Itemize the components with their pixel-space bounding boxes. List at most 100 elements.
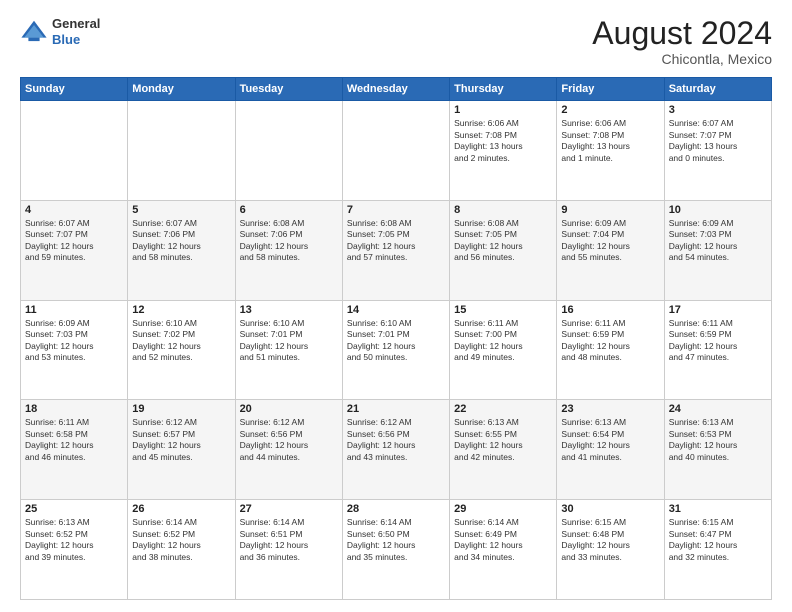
calendar-week-3: 18 Sunrise: 6:11 AM Sunset: 6:58 PM Dayli… bbox=[21, 400, 772, 500]
day-number: 23 bbox=[561, 403, 659, 415]
day-info: Sunrise: 6:15 AM Sunset: 6:47 PM Dayligh… bbox=[669, 517, 767, 563]
calendar-cell: 7Sunrise: 6:08 AM Sunset: 7:05 PM Daylig… bbox=[342, 200, 449, 300]
calendar-cell: 22 Sunrise: 6:13 AM Sunset: 6:55 PM Dayli… bbox=[450, 400, 557, 500]
day-info: Sunrise: 6:10 AM Sunset: 7:01 PM Dayligh… bbox=[240, 318, 338, 364]
calendar-cell: 31 Sunrise: 6:15 AM Sunset: 6:47 PM Dayli… bbox=[664, 500, 771, 600]
day-number: 29 bbox=[454, 503, 552, 515]
day-number: 17 bbox=[669, 304, 767, 316]
calendar-cell: 23 Sunrise: 6:13 AM Sunset: 6:54 PM Dayli… bbox=[557, 400, 664, 500]
calendar-cell: 4 Sunrise: 6:07 AM Sunset: 7:07 PM Daylig… bbox=[21, 200, 128, 300]
calendar-cell: 10 Sunrise: 6:09 AM Sunset: 7:03 PM Dayli… bbox=[664, 200, 771, 300]
day-number: 11 bbox=[25, 304, 123, 316]
day-info: Sunrise: 6:12 AM Sunset: 6:57 PM Dayligh… bbox=[132, 417, 230, 463]
header: General Blue August 2024 Chicontla, Mexi… bbox=[20, 16, 772, 67]
day-number: 4 bbox=[25, 204, 123, 216]
day-number: 26 bbox=[132, 503, 230, 515]
day-number: 16 bbox=[561, 304, 659, 316]
calendar-cell: 14 Sunrise: 6:10 AM Sunset: 7:01 PM Dayli… bbox=[342, 300, 449, 400]
day-number: 6 bbox=[240, 204, 338, 216]
day-info: Sunrise: 6:11 AM Sunset: 6:58 PM Dayligh… bbox=[25, 417, 123, 463]
day-number: 10 bbox=[669, 204, 767, 216]
title-area: August 2024 Chicontla, Mexico bbox=[592, 16, 772, 67]
day-info: Sunrise: 6:08 AM Sunset: 7:06 PM Dayligh… bbox=[240, 218, 338, 264]
calendar-week-2: 11 Sunrise: 6:09 AM Sunset: 7:03 PM Dayli… bbox=[21, 300, 772, 400]
calendar-cell: 30 Sunrise: 6:15 AM Sunset: 6:48 PM Dayli… bbox=[557, 500, 664, 600]
calendar-cell: 6 Sunrise: 6:08 AM Sunset: 7:06 PM Daylig… bbox=[235, 200, 342, 300]
logo-text: General Blue bbox=[52, 16, 100, 47]
day-info: Sunrise: 6:09 AM Sunset: 7:04 PM Dayligh… bbox=[561, 218, 659, 264]
day-info: Sunrise: 6:14 AM Sunset: 6:50 PM Dayligh… bbox=[347, 517, 445, 563]
day-number: 30 bbox=[561, 503, 659, 515]
day-number: 9 bbox=[561, 204, 659, 216]
day-number: 27 bbox=[240, 503, 338, 515]
calendar-body: 1 Sunrise: 6:06 AM Sunset: 7:08 PM Daylig… bbox=[21, 101, 772, 600]
calendar-cell: 21Sunrise: 6:12 AM Sunset: 6:56 PM Dayli… bbox=[342, 400, 449, 500]
calendar-cell: 29 Sunrise: 6:14 AM Sunset: 6:49 PM Dayli… bbox=[450, 500, 557, 600]
day-info: Sunrise: 6:06 AM Sunset: 7:08 PM Dayligh… bbox=[561, 118, 659, 164]
day-number: 31 bbox=[669, 503, 767, 515]
day-info: Sunrise: 6:13 AM Sunset: 6:52 PM Dayligh… bbox=[25, 517, 123, 563]
month-year: August 2024 bbox=[592, 16, 772, 51]
day-number: 5 bbox=[132, 204, 230, 216]
day-number: 14 bbox=[347, 304, 445, 316]
day-number: 13 bbox=[240, 304, 338, 316]
day-info: Sunrise: 6:13 AM Sunset: 6:54 PM Dayligh… bbox=[561, 417, 659, 463]
day-number: 12 bbox=[132, 304, 230, 316]
day-info: Sunrise: 6:07 AM Sunset: 7:07 PM Dayligh… bbox=[25, 218, 123, 264]
day-number: 1 bbox=[454, 104, 552, 116]
day-number: 20 bbox=[240, 403, 338, 415]
day-header-saturday: Saturday bbox=[664, 78, 771, 101]
day-info: Sunrise: 6:09 AM Sunset: 7:03 PM Dayligh… bbox=[25, 318, 123, 364]
day-info: Sunrise: 6:13 AM Sunset: 6:53 PM Dayligh… bbox=[669, 417, 767, 463]
calendar-cell: 28 Sunrise: 6:14 AM Sunset: 6:50 PM Dayli… bbox=[342, 500, 449, 600]
day-info: Sunrise: 6:15 AM Sunset: 6:48 PM Dayligh… bbox=[561, 517, 659, 563]
day-info: Sunrise: 6:12 AM Sunset: 6:56 PM Dayligh… bbox=[240, 417, 338, 463]
calendar-cell: 3Sunrise: 6:07 AM Sunset: 7:07 PM Daylig… bbox=[664, 101, 771, 201]
day-number: 24 bbox=[669, 403, 767, 415]
calendar-cell: 11 Sunrise: 6:09 AM Sunset: 7:03 PM Dayli… bbox=[21, 300, 128, 400]
day-info: Sunrise: 6:08 AM Sunset: 7:05 PM Dayligh… bbox=[454, 218, 552, 264]
calendar-cell: 16 Sunrise: 6:11 AM Sunset: 6:59 PM Dayli… bbox=[557, 300, 664, 400]
calendar-cell: 13 Sunrise: 6:10 AM Sunset: 7:01 PM Dayli… bbox=[235, 300, 342, 400]
calendar-cell: 5Sunrise: 6:07 AM Sunset: 7:06 PM Daylig… bbox=[128, 200, 235, 300]
logo-icon bbox=[20, 18, 48, 46]
calendar-cell: 27 Sunrise: 6:14 AM Sunset: 6:51 PM Dayli… bbox=[235, 500, 342, 600]
calendar-cell: 2 Sunrise: 6:06 AM Sunset: 7:08 PM Daylig… bbox=[557, 101, 664, 201]
day-header-wednesday: Wednesday bbox=[342, 78, 449, 101]
day-info: Sunrise: 6:13 AM Sunset: 6:55 PM Dayligh… bbox=[454, 417, 552, 463]
days-row: SundayMondayTuesdayWednesdayThursdayFrid… bbox=[21, 78, 772, 101]
day-info: Sunrise: 6:10 AM Sunset: 7:02 PM Dayligh… bbox=[132, 318, 230, 364]
day-info: Sunrise: 6:14 AM Sunset: 6:52 PM Dayligh… bbox=[132, 517, 230, 563]
day-info: Sunrise: 6:11 AM Sunset: 6:59 PM Dayligh… bbox=[669, 318, 767, 364]
day-info: Sunrise: 6:11 AM Sunset: 7:00 PM Dayligh… bbox=[454, 318, 552, 364]
day-info: Sunrise: 6:10 AM Sunset: 7:01 PM Dayligh… bbox=[347, 318, 445, 364]
day-info: Sunrise: 6:14 AM Sunset: 6:51 PM Dayligh… bbox=[240, 517, 338, 563]
calendar-cell: 9 Sunrise: 6:09 AM Sunset: 7:04 PM Daylig… bbox=[557, 200, 664, 300]
logo: General Blue bbox=[20, 16, 100, 47]
day-header-friday: Friday bbox=[557, 78, 664, 101]
day-header-tuesday: Tuesday bbox=[235, 78, 342, 101]
calendar-cell bbox=[21, 101, 128, 201]
calendar-cell: 8 Sunrise: 6:08 AM Sunset: 7:05 PM Daylig… bbox=[450, 200, 557, 300]
calendar-cell: 26 Sunrise: 6:14 AM Sunset: 6:52 PM Dayli… bbox=[128, 500, 235, 600]
day-info: Sunrise: 6:09 AM Sunset: 7:03 PM Dayligh… bbox=[669, 218, 767, 264]
day-number: 28 bbox=[347, 503, 445, 515]
day-number: 19 bbox=[132, 403, 230, 415]
calendar-table: SundayMondayTuesdayWednesdayThursdayFrid… bbox=[20, 77, 772, 600]
calendar-week-1: 4 Sunrise: 6:07 AM Sunset: 7:07 PM Daylig… bbox=[21, 200, 772, 300]
calendar-cell: 15Sunrise: 6:11 AM Sunset: 7:00 PM Dayli… bbox=[450, 300, 557, 400]
day-number: 18 bbox=[25, 403, 123, 415]
day-number: 7 bbox=[347, 204, 445, 216]
calendar-cell: 19 Sunrise: 6:12 AM Sunset: 6:57 PM Dayli… bbox=[128, 400, 235, 500]
calendar-cell: 1Sunrise: 6:06 AM Sunset: 7:08 PM Daylig… bbox=[450, 101, 557, 201]
calendar-header: SundayMondayTuesdayWednesdayThursdayFrid… bbox=[21, 78, 772, 101]
day-number: 22 bbox=[454, 403, 552, 415]
calendar-cell: 25Sunrise: 6:13 AM Sunset: 6:52 PM Dayli… bbox=[21, 500, 128, 600]
calendar-cell bbox=[128, 101, 235, 201]
day-info: Sunrise: 6:11 AM Sunset: 6:59 PM Dayligh… bbox=[561, 318, 659, 364]
day-info: Sunrise: 6:12 AM Sunset: 6:56 PM Dayligh… bbox=[347, 417, 445, 463]
day-number: 8 bbox=[454, 204, 552, 216]
day-number: 2 bbox=[561, 104, 659, 116]
day-info: Sunrise: 6:14 AM Sunset: 6:49 PM Dayligh… bbox=[454, 517, 552, 563]
calendar-cell bbox=[342, 101, 449, 201]
